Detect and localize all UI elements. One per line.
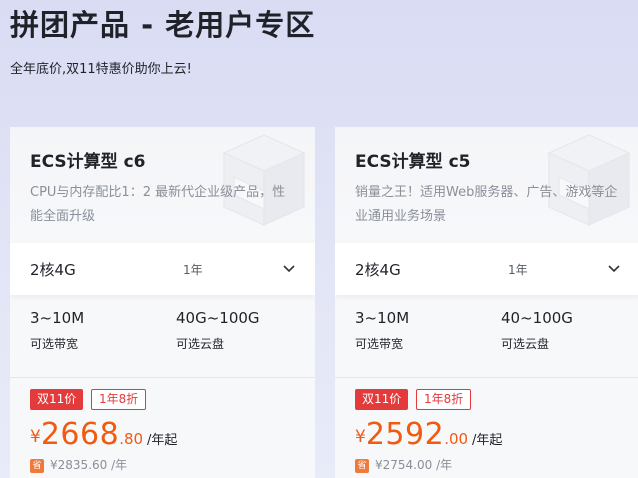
price-currency: ¥ xyxy=(355,427,366,447)
disk-value: 40G~100G xyxy=(176,309,260,327)
divider xyxy=(10,377,315,378)
price-integer: 2668 xyxy=(40,417,120,452)
term-value: 1年 xyxy=(183,263,203,277)
page-subtitle: 全年底价,双11特惠价助你上云! xyxy=(10,62,192,77)
page-title: 拼团产品 - 老用户专区 xyxy=(10,8,316,42)
disk-spec: 40~100G 可选云盘 xyxy=(501,309,573,352)
discount-badge: 1年8折 xyxy=(91,389,147,410)
card-title: ECS计算型 c6 xyxy=(30,152,146,172)
price-decimal: .80 xyxy=(119,430,144,448)
disk-label: 可选云盘 xyxy=(176,337,225,351)
save-badge-icon: 省 xyxy=(355,459,369,473)
price-currency: ¥ xyxy=(30,427,41,447)
spec-value: 2核4G xyxy=(355,261,401,279)
sale-badge: 双11价 xyxy=(355,389,409,410)
price-integer: 2592 xyxy=(365,417,445,452)
spec-dropdown[interactable]: 2核4G 1年 xyxy=(10,243,315,295)
discount-badge: 1年8折 xyxy=(416,389,472,410)
price: ¥2592.00/年起 xyxy=(355,417,502,452)
price-unit: /年起 xyxy=(147,433,178,448)
original-price: ¥2754.00 /年 xyxy=(375,458,453,472)
card-description: 销量之王！适用Web服务器、广告、游戏等企业通用业务场景 xyxy=(355,185,618,224)
card-title: ECS计算型 c5 xyxy=(355,152,471,172)
product-card-c6[interactable]: ECS计算型 c6 CPU与内存配比1：2 最新代企业级产品，性能全面升级 2核… xyxy=(10,127,315,478)
spec-value: 2核4G xyxy=(30,261,76,279)
original-price: ¥2835.60 /年 xyxy=(50,458,128,472)
term-value: 1年 xyxy=(508,263,528,277)
price-unit: /年起 xyxy=(472,433,503,448)
disk-spec: 40G~100G 可选云盘 xyxy=(176,309,260,352)
sale-badge: 双11价 xyxy=(30,389,84,410)
spec-dropdown[interactable]: 2核4G 1年 xyxy=(335,243,638,295)
price-decimal: .00 xyxy=(444,430,469,448)
save-badge-icon: 省 xyxy=(30,459,44,473)
original-price-row: 省 ¥2835.60 /年 xyxy=(30,456,127,473)
product-card-c5[interactable]: ECS计算型 c5 销量之王！适用Web服务器、广告、游戏等企业通用业务场景 2… xyxy=(335,127,638,478)
price: ¥2668.80/年起 xyxy=(30,417,177,452)
divider xyxy=(335,377,638,378)
card-description: CPU与内存配比1：2 最新代企业级产品，性能全面升级 xyxy=(30,185,286,224)
bandwidth-spec: 3~10M 可选带宽 xyxy=(30,309,84,352)
disk-label: 可选云盘 xyxy=(501,337,550,351)
chevron-down-icon[interactable] xyxy=(606,261,622,277)
original-price-row: 省 ¥2754.00 /年 xyxy=(355,456,452,473)
bandwidth-label: 可选带宽 xyxy=(355,337,404,351)
bandwidth-value: 3~10M xyxy=(355,309,410,327)
bandwidth-label: 可选带宽 xyxy=(30,337,79,351)
bandwidth-value: 3~10M xyxy=(30,309,85,327)
chevron-down-icon[interactable] xyxy=(281,261,297,277)
bandwidth-spec: 3~10M 可选带宽 xyxy=(355,309,409,352)
disk-value: 40~100G xyxy=(501,309,573,327)
